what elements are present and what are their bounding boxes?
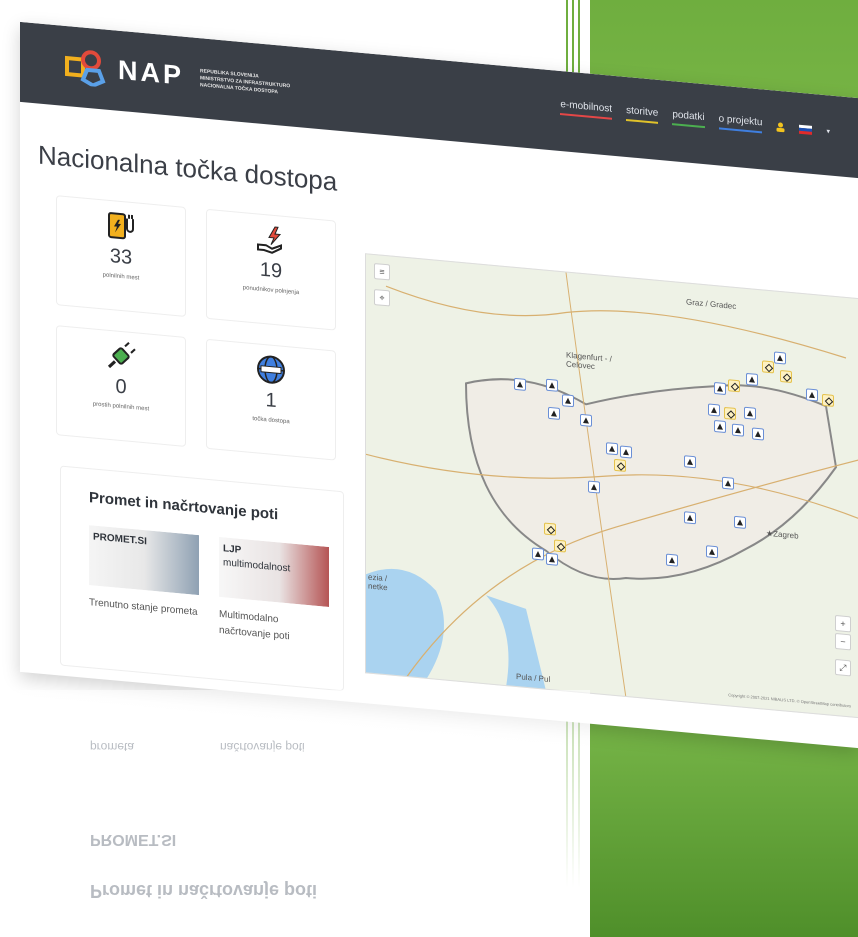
charging-marker[interactable]: [544, 522, 556, 536]
road-works-marker[interactable]: [714, 381, 726, 396]
road-works-marker[interactable]: [732, 423, 744, 437]
logo-text[interactable]: NAP: [118, 55, 184, 92]
road-works-marker[interactable]: [752, 427, 764, 441]
charging-marker[interactable]: [554, 539, 566, 553]
road-works-marker[interactable]: [684, 455, 696, 469]
unplugged-icon: [107, 341, 136, 369]
road-works-marker[interactable]: [774, 351, 786, 365]
page-reflection: prometa načrtovanje poti PROMET.SI Prome…: [0, 690, 590, 937]
road-works-marker[interactable]: [588, 480, 600, 494]
reflection-text: Promet in načrtovanje poti: [90, 881, 318, 901]
nap-logo-icon: [65, 50, 106, 88]
route-planning-panel: Promet in načrtovanje poti PROMET.SI Tre…: [60, 465, 344, 692]
road-works-marker[interactable]: [606, 442, 618, 456]
road-works-marker[interactable]: [580, 413, 592, 427]
language-flag-icon[interactable]: [799, 124, 813, 135]
nav-podatki[interactable]: podatki: [672, 109, 705, 129]
browser-window: NAP REPUBLIKA SLOVENIJA MINISTRSTVO ZA I…: [20, 21, 858, 749]
road-works-marker[interactable]: [666, 553, 678, 567]
stat-card-charging-points[interactable]: 33 polnilnih mest: [56, 195, 186, 317]
road-works-marker[interactable]: [706, 545, 718, 559]
road-works-marker[interactable]: [546, 378, 558, 392]
location-button[interactable]: ⌖: [374, 289, 390, 307]
road-works-marker[interactable]: [744, 406, 756, 420]
stat-card-access-point[interactable]: 1 točka dostopa: [206, 338, 336, 461]
ljp-tile[interactable]: LJP multimodalnost: [219, 536, 329, 607]
road-works-marker[interactable]: [722, 476, 734, 490]
main-nav: e-mobilnost storitve podatki o projektu …: [560, 98, 830, 140]
road-works-marker[interactable]: [806, 388, 818, 402]
nav-o-projektu[interactable]: o projektu: [718, 113, 763, 134]
fullscreen-button[interactable]: ⤢: [835, 658, 851, 677]
road-works-marker[interactable]: [546, 552, 558, 566]
stat-card-providers[interactable]: 19 ponudnikov polnjenja: [206, 208, 336, 331]
promet-si-tile[interactable]: PROMET.SI: [89, 525, 199, 596]
stat-card-free-charging[interactable]: 0 prostih polnilnih mest: [56, 325, 186, 447]
zoom-out-button[interactable]: −: [835, 632, 851, 651]
road-works-marker[interactable]: [548, 406, 560, 420]
user-icon[interactable]: [776, 122, 785, 133]
screenshot-card: NAP REPUBLIKA SLOVENIJA MINISTRSTVO ZA I…: [0, 0, 858, 768]
logo-subtitle: REPUBLIKA SLOVENIJA MINISTRSTVO ZA INFRA…: [200, 68, 300, 98]
nav-e-mobilnost[interactable]: e-mobilnost: [560, 98, 613, 120]
page-title: Nacionalna točka dostopa: [38, 139, 338, 197]
road-works-marker[interactable]: [714, 419, 726, 434]
charging-station-icon: [108, 212, 134, 240]
reflection-text: prometa: [90, 740, 135, 754]
road-works-marker[interactable]: [708, 403, 720, 417]
charging-marker[interactable]: [780, 369, 792, 384]
charging-marker[interactable]: [728, 379, 740, 393]
map-background: [366, 272, 858, 698]
reflection-text: PROMET.SI: [90, 831, 177, 848]
road-works-marker[interactable]: [734, 515, 746, 529]
zoom-in-button[interactable]: +: [835, 614, 851, 633]
layers-button[interactable]: ≡: [374, 263, 390, 281]
tile-name: LJP: [223, 543, 242, 556]
road-works-marker[interactable]: [620, 445, 632, 459]
map-panel[interactable]: ≡ ⌖ Graz / Gradec Klagenfurt - / Celovec…: [365, 253, 858, 719]
route-panel-title: Promet in načrtovanje poti: [89, 489, 279, 524]
charging-marker[interactable]: [762, 360, 774, 374]
charging-marker[interactable]: [822, 393, 834, 407]
charging-marker[interactable]: [724, 406, 736, 420]
tile-description: Trenutno stanje prometa: [89, 597, 198, 618]
chevron-down-icon[interactable]: ▾: [826, 127, 830, 135]
road-works-marker[interactable]: [746, 372, 758, 386]
globe-icon: [257, 355, 285, 384]
tile-description: Multimodalno načrtovanje poti: [219, 608, 290, 643]
map-place-label: ezia / netke: [368, 572, 388, 593]
nav-storitve[interactable]: storitve: [626, 104, 659, 124]
road-works-marker[interactable]: [684, 511, 696, 525]
stats-grid: 33 polnilnih mest 19 ponudnikov polnjenj…: [56, 195, 346, 461]
road-works-marker[interactable]: [532, 547, 544, 561]
road-works-marker[interactable]: [562, 394, 574, 408]
reflection-text: načrtovanje poti: [220, 740, 305, 754]
road-works-marker[interactable]: [514, 377, 526, 391]
charging-marker[interactable]: [614, 458, 626, 472]
hand-energy-icon: [257, 226, 282, 254]
